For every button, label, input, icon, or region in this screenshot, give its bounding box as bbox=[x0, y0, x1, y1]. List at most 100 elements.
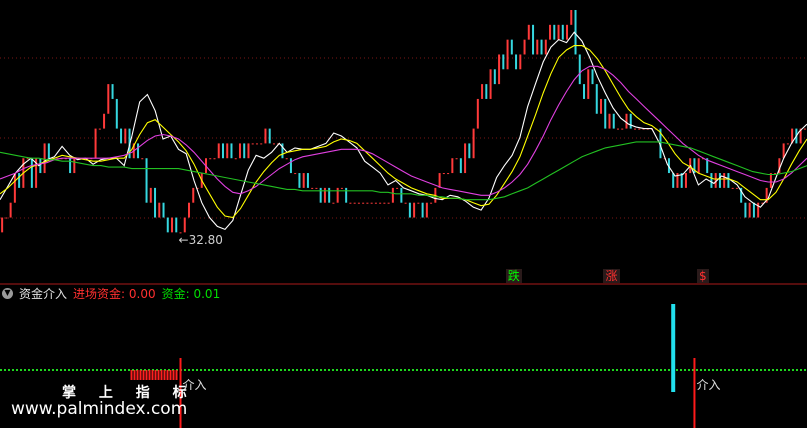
candle-body bbox=[557, 24, 560, 40]
fund-bar bbox=[163, 370, 166, 380]
fund-bar bbox=[139, 370, 142, 380]
candle-body bbox=[744, 202, 747, 218]
candle-body bbox=[255, 143, 258, 145]
candle-body bbox=[336, 187, 339, 203]
candle-body bbox=[387, 202, 390, 204]
candle-body bbox=[485, 84, 488, 99]
candle-body bbox=[18, 173, 21, 188]
candle-body bbox=[731, 187, 734, 189]
candle-body bbox=[451, 158, 454, 174]
candle-body bbox=[175, 217, 178, 233]
candle-body bbox=[349, 202, 352, 204]
candle-body bbox=[472, 128, 475, 159]
candle-body bbox=[459, 158, 462, 174]
candle-body bbox=[748, 202, 751, 218]
candle-body bbox=[536, 39, 539, 55]
candle-body bbox=[217, 143, 220, 159]
candle-body bbox=[319, 187, 322, 203]
fund-bar bbox=[169, 370, 172, 380]
fund-bar bbox=[172, 370, 175, 380]
candle-body bbox=[391, 187, 394, 203]
candle-body bbox=[30, 158, 33, 188]
candle-body bbox=[464, 143, 467, 174]
candle-body bbox=[502, 54, 505, 70]
candle-body bbox=[294, 173, 297, 175]
candle-body bbox=[69, 158, 72, 174]
candle-body bbox=[540, 39, 543, 55]
candle-body bbox=[154, 187, 157, 218]
candle-body bbox=[612, 113, 615, 129]
candle-body bbox=[400, 187, 403, 203]
entry-label-2: 介入 bbox=[696, 378, 721, 392]
candle-body bbox=[183, 217, 186, 233]
candle-body bbox=[374, 202, 377, 204]
candle-body bbox=[379, 202, 382, 204]
candle-body bbox=[47, 143, 50, 159]
candle-body bbox=[306, 173, 309, 188]
candle-body bbox=[141, 158, 144, 160]
candle-body bbox=[298, 173, 301, 188]
candle-body bbox=[723, 173, 726, 188]
candle-body bbox=[366, 202, 369, 204]
candle-body bbox=[264, 128, 267, 144]
candle-body bbox=[519, 54, 522, 70]
fund-bar bbox=[154, 370, 157, 380]
candle-body bbox=[638, 128, 641, 130]
candle-body bbox=[340, 187, 343, 189]
candle-body bbox=[260, 143, 263, 145]
candle-body bbox=[468, 143, 471, 159]
candle-body bbox=[73, 158, 76, 174]
candle-body bbox=[94, 128, 97, 159]
cyan-fund-bar bbox=[671, 304, 676, 392]
candle-body bbox=[137, 143, 140, 159]
fund-bar bbox=[130, 370, 133, 380]
candle-body bbox=[311, 187, 314, 189]
candle-body bbox=[209, 158, 212, 160]
indicator-name[interactable]: 资金介入 bbox=[19, 285, 67, 302]
candle-body bbox=[323, 187, 326, 203]
candle-body bbox=[370, 202, 373, 204]
candle-body bbox=[98, 128, 101, 130]
candle-body bbox=[149, 187, 152, 203]
candle-body bbox=[1, 217, 4, 233]
candle-body bbox=[166, 217, 169, 233]
fund-bar bbox=[145, 370, 148, 380]
candle-body bbox=[26, 158, 29, 160]
candle-body bbox=[506, 39, 509, 70]
candle-body bbox=[710, 173, 713, 188]
candle-body bbox=[510, 39, 513, 55]
candle-body bbox=[408, 202, 411, 218]
candle-body bbox=[238, 143, 241, 159]
fund-bar bbox=[166, 370, 169, 380]
candle-body bbox=[43, 143, 46, 174]
candle-body bbox=[285, 158, 288, 160]
candle-body bbox=[158, 202, 161, 218]
fund-bar bbox=[142, 370, 145, 380]
candle-body bbox=[13, 173, 16, 203]
watermark-url: www.palmindex.com bbox=[11, 399, 188, 419]
chevron-down-icon[interactable]: ▼ bbox=[2, 287, 13, 299]
fund-bar bbox=[151, 370, 154, 380]
candle-body bbox=[5, 217, 8, 219]
candle-body bbox=[213, 158, 216, 160]
fund-bar bbox=[148, 370, 151, 380]
candle-body bbox=[527, 24, 530, 40]
candle-body bbox=[604, 98, 607, 129]
candle-body bbox=[625, 113, 628, 129]
stock-chart-window: ←32.80 跌 涨 $ ▼ 资金介入 进场资金: 0.00 资金: 0.01 … bbox=[0, 0, 807, 428]
candle-body bbox=[608, 113, 611, 129]
candle-body bbox=[413, 202, 416, 218]
candle-body bbox=[476, 98, 479, 129]
candle-body bbox=[549, 24, 552, 40]
candle-body bbox=[234, 158, 237, 160]
candle-body bbox=[455, 158, 458, 160]
chart-canvas bbox=[0, 10, 807, 428]
signal-marker-die: 跌 bbox=[505, 269, 522, 283]
candle-body bbox=[243, 143, 246, 159]
candle-body bbox=[735, 187, 738, 189]
candle-body bbox=[553, 24, 556, 40]
candle-body bbox=[417, 202, 420, 204]
candle-body bbox=[561, 24, 564, 40]
candle-body bbox=[570, 10, 573, 25]
candle-body bbox=[786, 143, 789, 145]
